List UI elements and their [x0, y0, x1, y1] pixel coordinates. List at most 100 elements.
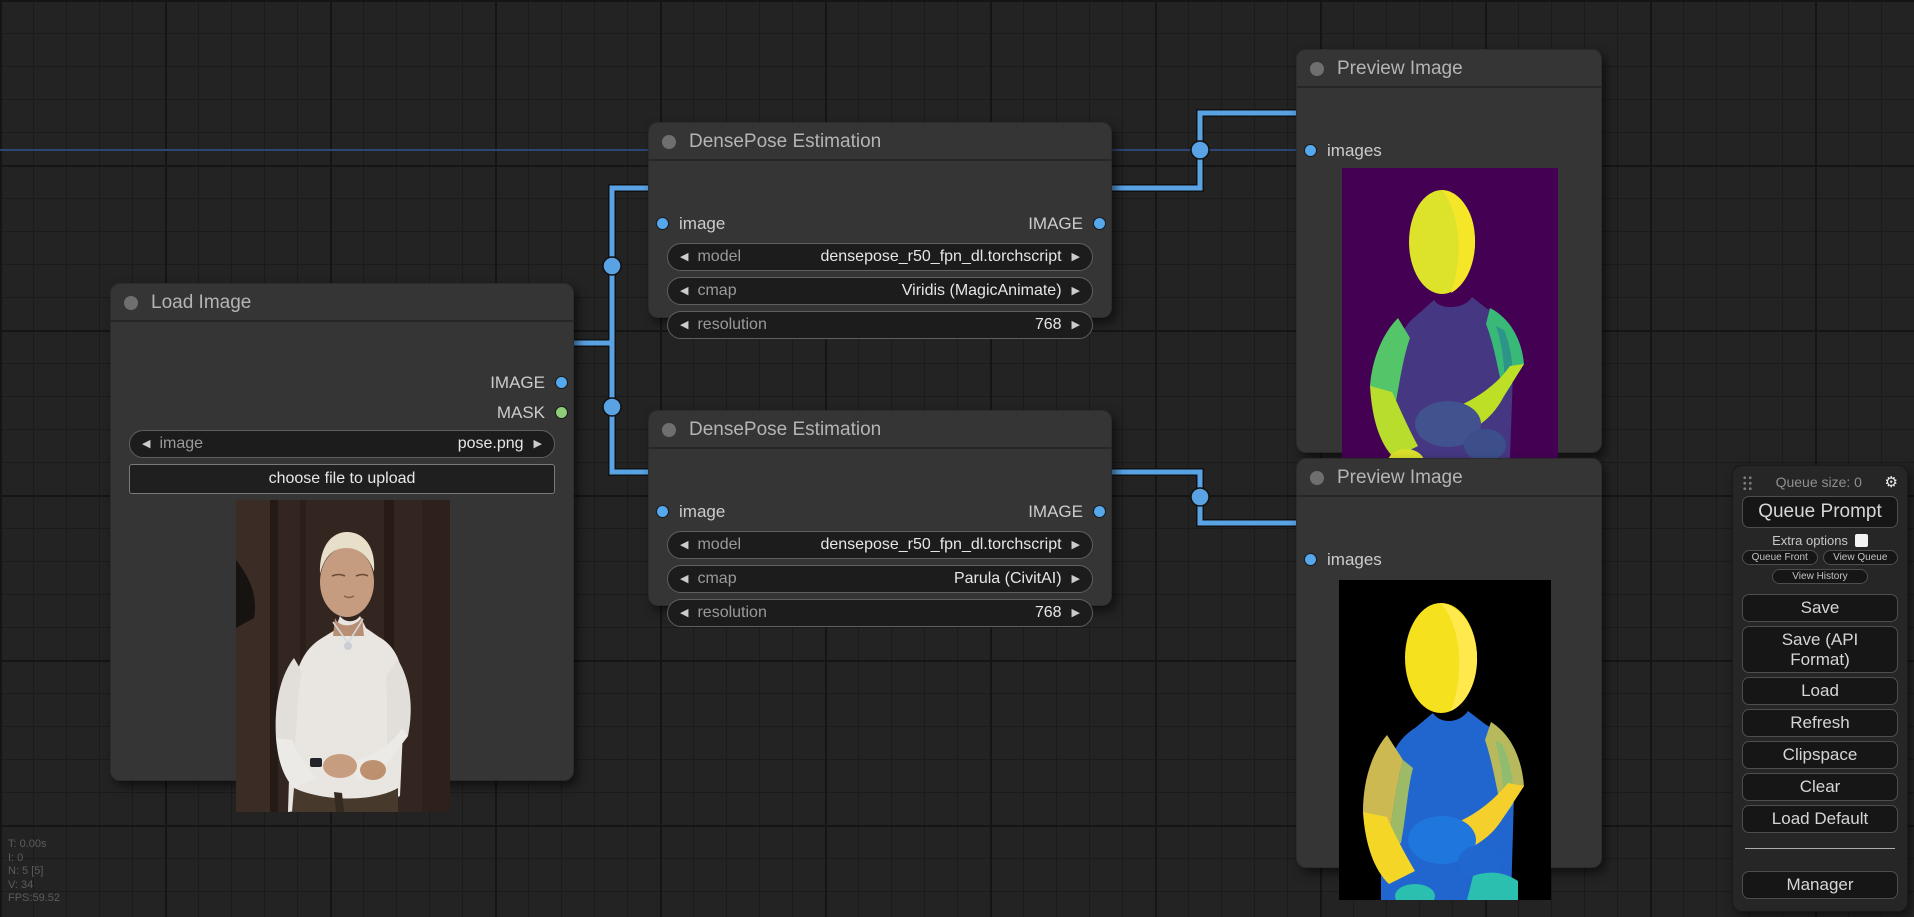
combo-right-arrow-icon[interactable]: ▶ — [1072, 573, 1080, 585]
combo-right-arrow-icon[interactable]: ▶ — [1072, 539, 1080, 551]
save-button[interactable]: Save — [1742, 594, 1898, 622]
node-densepose-2[interactable]: DensePose Estimation image IMAGE ◀ model… — [648, 410, 1112, 627]
widget-label: model — [697, 536, 742, 553]
collapse-dot-icon[interactable] — [662, 135, 676, 149]
resolution-number-widget[interactable]: ◀ resolution 768 ▶ — [667, 599, 1093, 627]
queue-size-label: Queue size: 0 — [1775, 474, 1862, 490]
loaded-photo-man-white-shirt — [236, 500, 450, 812]
combo-left-arrow-icon[interactable]: ◀ — [680, 319, 688, 331]
collapse-dot-icon[interactable] — [662, 423, 676, 437]
choose-file-button[interactable]: choose file to upload — [129, 464, 555, 494]
node-header[interactable]: DensePose Estimation — [649, 123, 1111, 161]
image-input-port[interactable] — [656, 505, 669, 518]
combo-left-arrow-icon[interactable]: ◀ — [680, 251, 688, 263]
node-header[interactable]: Preview Image — [1297, 459, 1601, 497]
drag-handle-icon[interactable] — [1742, 474, 1753, 490]
combo-right-arrow-icon[interactable]: ▶ — [1072, 251, 1080, 263]
output-label-image: IMAGE — [1028, 214, 1083, 233]
node-load-image[interactable]: Load Image IMAGE MASK ◀ image pose.png ▶… — [110, 283, 574, 812]
load-button[interactable]: Load — [1742, 677, 1898, 706]
combo-right-arrow-icon[interactable]: ▶ — [1072, 319, 1080, 331]
node-editor-canvas[interactable]: Load Image IMAGE MASK ◀ image pose.png ▶… — [0, 0, 1914, 917]
node-densepose-1[interactable]: DensePose Estimation image IMAGE ◀ model… — [648, 122, 1112, 339]
refresh-button[interactable]: Refresh — [1742, 709, 1898, 738]
extra-options-checkbox[interactable] — [1854, 534, 1868, 547]
images-input-port[interactable] — [1304, 553, 1317, 566]
stat-iteration: I: 0 — [8, 851, 24, 864]
model-combo-widget[interactable]: ◀ model densepose_r50_fpn_dl.torchscript… — [667, 531, 1093, 559]
node-header[interactable]: DensePose Estimation — [649, 411, 1111, 449]
stat-fps: FPS:59.52 — [8, 892, 60, 904]
collapse-dot-icon[interactable] — [124, 296, 138, 310]
collapse-dot-icon[interactable] — [1310, 471, 1324, 485]
widget-value: 768 — [1034, 316, 1062, 333]
stat-version: V: 34 — [8, 878, 34, 891]
combo-left-arrow-icon[interactable]: ◀ — [680, 607, 688, 619]
widget-label: cmap — [697, 570, 737, 587]
extra-options-label: Extra options — [1772, 533, 1848, 548]
densepose-parula-result-image — [1339, 580, 1551, 900]
widget-value: 768 — [1034, 604, 1062, 621]
widget-label: resolution — [697, 316, 767, 333]
node-preview-image-2[interactable]: Preview Image images — [1296, 458, 1602, 900]
load-default-button[interactable]: Load Default — [1742, 805, 1898, 834]
output-label-image: IMAGE — [1028, 502, 1083, 521]
widget-label: image — [159, 435, 204, 452]
input-label-image: image — [679, 502, 726, 521]
image-output-port[interactable] — [1093, 217, 1106, 230]
combo-left-arrow-icon[interactable]: ◀ — [680, 285, 688, 297]
node-title: Preview Image — [1337, 467, 1463, 488]
model-combo-widget[interactable]: ◀ model densepose_r50_fpn_dl.torchscript… — [667, 243, 1093, 271]
combo-left-arrow-icon[interactable]: ◀ — [680, 539, 688, 551]
link-midpoint-dot — [1190, 487, 1210, 507]
menu-divider — [1745, 848, 1895, 850]
widget-value: densepose_r50_fpn_dl.torchscript — [820, 536, 1062, 553]
node-title: DensePose Estimation — [689, 131, 882, 152]
combo-left-arrow-icon[interactable]: ◀ — [680, 573, 688, 585]
widget-label: model — [697, 248, 742, 265]
node-preview-image-1[interactable]: Preview Image images — [1296, 49, 1602, 486]
input-label-images: images — [1327, 141, 1382, 160]
queue-prompt-button[interactable]: Queue Prompt — [1742, 496, 1898, 528]
image-output-port[interactable] — [1093, 505, 1106, 518]
resolution-number-widget[interactable]: ◀ resolution 768 ▶ — [667, 311, 1093, 339]
mask-output-port[interactable] — [555, 406, 568, 419]
clipspace-button[interactable]: Clipspace — [1742, 741, 1898, 770]
combo-right-arrow-icon[interactable]: ▶ — [1072, 607, 1080, 619]
view-history-button[interactable]: View History — [1771, 569, 1869, 584]
cmap-combo-widget[interactable]: ◀ cmap Parula (CivitAI) ▶ — [667, 565, 1093, 593]
images-input-port[interactable] — [1304, 144, 1317, 157]
manager-button[interactable]: Manager — [1742, 871, 1898, 900]
queue-front-button[interactable]: Queue Front — [1742, 550, 1818, 565]
image-output-port[interactable] — [555, 376, 568, 389]
combo-right-arrow-icon[interactable]: ▶ — [1072, 285, 1080, 297]
node-title: Preview Image — [1337, 58, 1463, 79]
output-label-mask: MASK — [496, 403, 545, 422]
cmap-combo-widget[interactable]: ◀ cmap Viridis (MagicAnimate) ▶ — [667, 277, 1093, 305]
image-combo-widget[interactable]: ◀ image pose.png ▶ — [129, 430, 555, 458]
input-label-image: image — [679, 214, 726, 233]
view-queue-button[interactable]: View Queue — [1822, 550, 1898, 565]
node-header[interactable]: Load Image — [111, 284, 573, 322]
widget-value: pose.png — [457, 435, 524, 452]
comfy-menu-panel: Queue size: 0 ⚙ Queue Prompt Extra optio… — [1732, 465, 1908, 912]
densepose-viridis-result-image — [1342, 168, 1558, 486]
combo-left-arrow-icon[interactable]: ◀ — [142, 438, 150, 450]
node-title: DensePose Estimation — [689, 419, 882, 440]
clear-button[interactable]: Clear — [1742, 773, 1898, 802]
settings-gear-icon[interactable]: ⚙ — [1885, 473, 1898, 491]
widget-value: densepose_r50_fpn_dl.torchscript — [820, 248, 1062, 265]
image-input-port[interactable] — [656, 217, 669, 230]
widget-label: resolution — [697, 604, 767, 621]
collapse-dot-icon[interactable] — [1310, 62, 1324, 76]
link-midpoint-dot — [1190, 140, 1210, 160]
node-header[interactable]: Preview Image — [1297, 50, 1601, 88]
widget-label: cmap — [697, 282, 737, 299]
combo-right-arrow-icon[interactable]: ▶ — [534, 438, 542, 450]
widget-value: Viridis (MagicAnimate) — [901, 282, 1062, 299]
stat-nodes: N: 5 [5] — [8, 865, 44, 877]
link-midpoint-dot — [602, 256, 622, 276]
stat-time: T: 0.00s — [8, 838, 47, 850]
output-label-image: IMAGE — [490, 373, 545, 392]
save-api-format-button[interactable]: Save (API Format) — [1742, 626, 1898, 674]
